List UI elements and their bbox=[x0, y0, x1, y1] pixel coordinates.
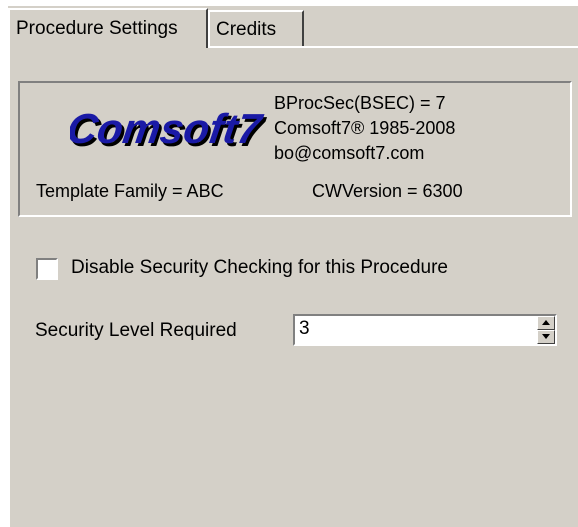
security-level-spinner[interactable]: 3 bbox=[293, 314, 557, 346]
spin-down-button[interactable] bbox=[537, 330, 555, 344]
tab-procedure-settings-label: Procedure Settings bbox=[16, 18, 178, 39]
tab-strip-divider bbox=[208, 46, 578, 48]
copyright-text: Comsoft7® 1985-2008 bbox=[274, 118, 456, 138]
tab-strip: Procedure Settings Credits bbox=[8, 6, 578, 48]
security-level-value[interactable]: 3 bbox=[299, 318, 310, 340]
spin-up-button[interactable] bbox=[537, 316, 555, 330]
procedure-panel: Procedure Settings Credits Comsoft7 Coms… bbox=[8, 6, 578, 527]
comsoft7-logo: Comsoft7 Comsoft7 bbox=[70, 105, 269, 155]
tab-credits[interactable]: Credits bbox=[208, 10, 304, 46]
security-level-label: Security Level Required bbox=[35, 320, 237, 341]
tab-procedure-settings[interactable]: Procedure Settings bbox=[8, 8, 208, 48]
logo-text: Comsoft7 bbox=[70, 105, 267, 152]
bproc-sec-text: BProcSec(BSEC) = 7 bbox=[274, 93, 446, 113]
spinner-buttons bbox=[537, 316, 555, 344]
cw-version-text: CWVersion = 6300 bbox=[312, 181, 463, 201]
disable-security-checkbox[interactable] bbox=[36, 258, 58, 280]
info-box: Comsoft7 Comsoft7 BProcSec(BSEC) = 7 Com… bbox=[18, 81, 572, 217]
tab-credits-label: Credits bbox=[216, 19, 277, 40]
arrow-down-icon bbox=[542, 334, 550, 339]
arrow-up-icon bbox=[542, 320, 550, 325]
template-family-text: Template Family = ABC bbox=[36, 181, 224, 201]
panel-left-edge bbox=[8, 46, 10, 527]
email-text: bo@comsoft7.com bbox=[274, 143, 425, 163]
disable-security-label[interactable]: Disable Security Checking for this Proce… bbox=[71, 257, 448, 279]
